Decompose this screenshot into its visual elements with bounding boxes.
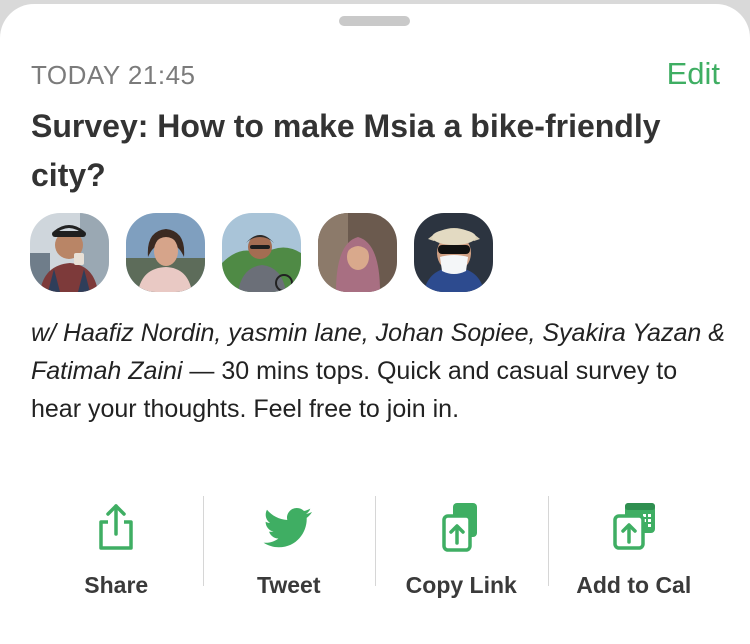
participant-avatars	[30, 213, 493, 292]
add-to-calendar-label: Add to Cal	[576, 572, 692, 598]
copy-link-icon	[442, 503, 478, 552]
tweet-label: Tweet	[257, 572, 321, 598]
tweet-button[interactable]: Tweet	[202, 494, 376, 604]
avatar-participant-3[interactable]	[222, 213, 301, 292]
copy-link-button[interactable]: Copy Link	[375, 494, 548, 604]
event-sheet: TODAY 21:45 Edit Survey: How to make Msi…	[0, 4, 750, 644]
event-title: Survey: How to make Msia a bike-friendly…	[31, 108, 661, 193]
copy-link-label: Copy Link	[405, 572, 517, 598]
edit-button[interactable]: Edit	[667, 56, 720, 92]
avatar-participant-2[interactable]	[126, 213, 205, 292]
avatar-participant-1[interactable]	[30, 213, 109, 292]
event-date: TODAY 21:45	[31, 60, 196, 90]
event-description: w/ Haafiz Nordin, yasmin lane, Johan Sop…	[31, 314, 731, 428]
sheet-grabber-handle[interactable]	[339, 16, 410, 26]
share-button[interactable]: Share	[30, 494, 203, 604]
avatar-participant-5[interactable]	[414, 213, 493, 292]
avatar-participant-4[interactable]	[318, 213, 397, 292]
twitter-bird-icon	[263, 508, 312, 548]
share-icon	[99, 504, 133, 550]
add-to-calendar-icon	[613, 503, 655, 550]
action-bar: Share Tweet Copy Link Add to Cal	[30, 494, 720, 604]
share-label: Share	[84, 572, 149, 598]
add-to-calendar-button[interactable]: Add to Cal	[547, 494, 721, 604]
